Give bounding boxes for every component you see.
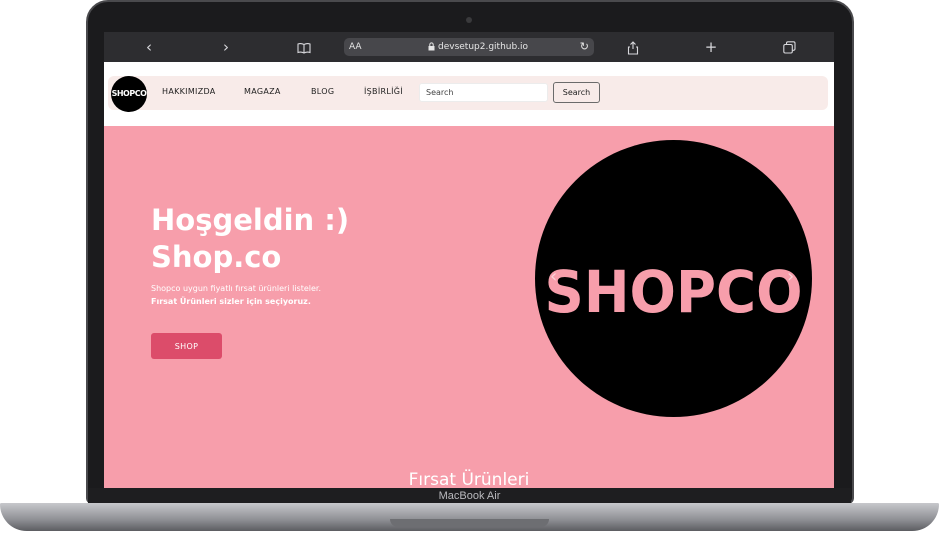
navbar: SHOPCO HAKKIMIZDA MAGAZA BLOG İŞBİRLİĞİ … (108, 76, 828, 112)
hero-title-line2: Shop.co (151, 240, 282, 274)
search-input[interactable] (419, 83, 548, 102)
back-icon[interactable]: ‹ (138, 32, 160, 62)
lock-icon (428, 38, 435, 56)
shop-button[interactable]: SHOP (151, 333, 222, 359)
hero-section: Hoşgeldin :) Shop.co Shopco uygun fiyatl… (104, 126, 834, 488)
shopco-logo-image: SHOPCO (535, 140, 812, 417)
reader-icon[interactable] (293, 32, 315, 62)
hero-desc-line1: Shopco uygun fiyatlı fırsat ürünleri lis… (151, 284, 322, 293)
address-bar[interactable]: AA devsetup2.github.io ↻ (344, 38, 594, 56)
reload-icon[interactable]: ↻ (580, 38, 589, 56)
site-header: SHOPCO HAKKIMIZDA MAGAZA BLOG İŞBİRLİĞİ … (104, 62, 834, 126)
tabs-icon[interactable] (778, 32, 800, 62)
laptop-notch (390, 519, 549, 527)
nav-link-magaza[interactable]: MAGAZA (244, 76, 281, 108)
nav-link-hakkimizda[interactable]: HAKKIMIZDA (162, 76, 216, 108)
carousel-next-icon[interactable]: › (787, 266, 794, 287)
carousel-prev-icon[interactable]: ‹ (550, 266, 557, 287)
share-icon[interactable] (622, 32, 644, 62)
device-label: MacBook Air (438, 490, 501, 502)
section-title: Fırsat Ürünleri (408, 470, 530, 488)
logo-text: SHOPCO (111, 89, 147, 98)
hero-desc-line2: Fırsat Ürünleri sizler için seçiyoruz. (151, 297, 311, 306)
new-tab-icon[interactable]: + (700, 32, 722, 62)
url-text: devsetup2.github.io (438, 42, 529, 52)
site-logo[interactable]: SHOPCO (111, 76, 147, 112)
svg-text:SHOPCO: SHOPCO (545, 258, 803, 326)
forward-icon[interactable]: › (215, 32, 237, 62)
hero-title: Hoşgeldin :) Shop.co (151, 202, 349, 276)
search-button[interactable]: Search (553, 82, 600, 103)
camera-icon (466, 17, 472, 23)
text-size-button[interactable]: AA (349, 38, 362, 56)
nav-link-isbirligi[interactable]: İŞBİRLİĞİ (364, 76, 403, 108)
browser-screen: ‹ › AA devsetup2.github.io ↻ + SHOPCO HA… (104, 32, 834, 488)
hero-title-line1: Hoşgeldin :) (151, 203, 350, 237)
hero-description: Shopco uygun fiyatlı fırsat ürünleri lis… (151, 282, 411, 308)
nav-link-blog[interactable]: BLOG (311, 76, 334, 108)
browser-toolbar: ‹ › AA devsetup2.github.io ↻ + (104, 32, 834, 62)
